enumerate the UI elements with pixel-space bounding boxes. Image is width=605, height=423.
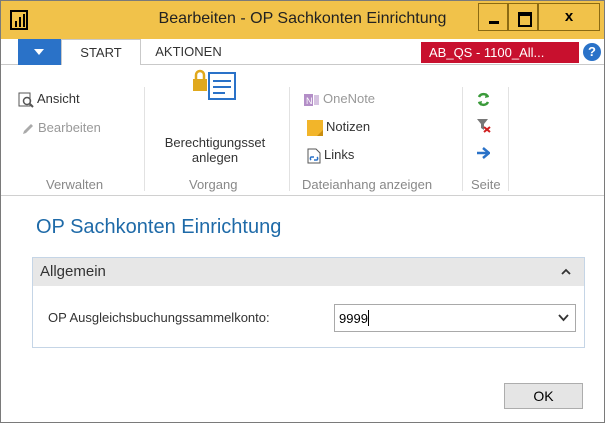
onenote-button[interactable]: N OneNote — [304, 91, 375, 107]
link-icon — [307, 148, 321, 164]
tab-start[interactable]: START — [61, 39, 141, 66]
berechtigungsset-anlegen-button[interactable]: Berechtigungsset anlegen — [151, 135, 279, 165]
clear-filter-icon[interactable] — [476, 118, 491, 133]
ribbon-separator — [144, 87, 145, 191]
bearbeiten-label: Bearbeiten — [38, 120, 101, 135]
group-label-dateianhang: Dateianhang anzeigen — [302, 177, 433, 192]
company-badge[interactable]: AB_QS - 1100_All... — [421, 42, 579, 63]
fasttab-allgemein: Allgemein OP Ausgleichsbuchungssammelkon… — [32, 257, 585, 348]
fasttab-header[interactable]: Allgemein — [33, 258, 584, 286]
page-title: OP Sachkonten Einrichtung — [36, 216, 282, 238]
close-icon: x — [564, 8, 574, 25]
links-label: Links — [324, 147, 355, 162]
tab-aktionen[interactable]: AKTIONEN — [141, 39, 236, 65]
field-label-ausgleichskonto: OP Ausgleichsbuchungssammelkonto: — [48, 310, 270, 325]
chevron-up-icon[interactable] — [561, 267, 571, 277]
berechtigungsset-label-line2: anlegen — [191, 150, 239, 165]
group-label-verwalten: Verwalten — [46, 177, 104, 192]
title-bar[interactable]: Bearbeiten - OP Sachkonten Einrichtung x — [1, 1, 604, 39]
ausgleichskonto-input[interactable] — [334, 304, 576, 332]
pencil-icon — [23, 123, 33, 134]
ok-button[interactable]: OK — [504, 383, 583, 409]
notizen-label: Notizen — [326, 119, 371, 134]
fasttab-title: Allgemein — [40, 263, 106, 280]
maximize-button[interactable] — [508, 3, 538, 31]
onenote-icon: N — [304, 93, 319, 106]
onenote-label: OneNote — [323, 91, 376, 106]
ribbon-tab-bar: START AKTIONEN AB_QS - 1100_All... ? — [1, 39, 604, 66]
permission-set-icon — [193, 69, 236, 100]
notizen-button[interactable]: Notizen — [307, 119, 370, 136]
note-icon — [307, 119, 323, 136]
ansicht-button[interactable]: Ansicht — [18, 91, 80, 108]
application-menu-button[interactable] — [18, 39, 61, 65]
help-icon[interactable]: ? — [583, 43, 601, 61]
group-label-seite: Seite — [471, 177, 501, 192]
ribbon: Ansicht Bearbeiten Verwalten Berechtigun… — [1, 65, 604, 196]
minimize-button[interactable] — [478, 3, 508, 31]
dialog-window: Bearbeiten - OP Sachkonten Einrichtung x… — [0, 0, 605, 423]
view-icon — [18, 92, 34, 108]
close-button[interactable]: x — [538, 3, 600, 31]
ribbon-separator — [289, 87, 290, 191]
svg-text:N: N — [306, 96, 313, 106]
chevron-down-icon[interactable] — [558, 314, 569, 322]
ribbon-separator — [508, 87, 509, 191]
arrow-right-icon[interactable] — [476, 147, 490, 159]
links-button[interactable]: Links — [307, 147, 354, 164]
berechtigungsset-label-line1: Berechtigungsset — [164, 135, 266, 150]
group-label-vorgang: Vorgang — [189, 177, 238, 192]
ansicht-label: Ansicht — [37, 91, 80, 106]
ribbon-separator — [462, 87, 463, 191]
bearbeiten-button[interactable]: Bearbeiten — [21, 120, 101, 136]
text-cursor — [368, 310, 369, 326]
refresh-icon[interactable] — [476, 92, 491, 107]
